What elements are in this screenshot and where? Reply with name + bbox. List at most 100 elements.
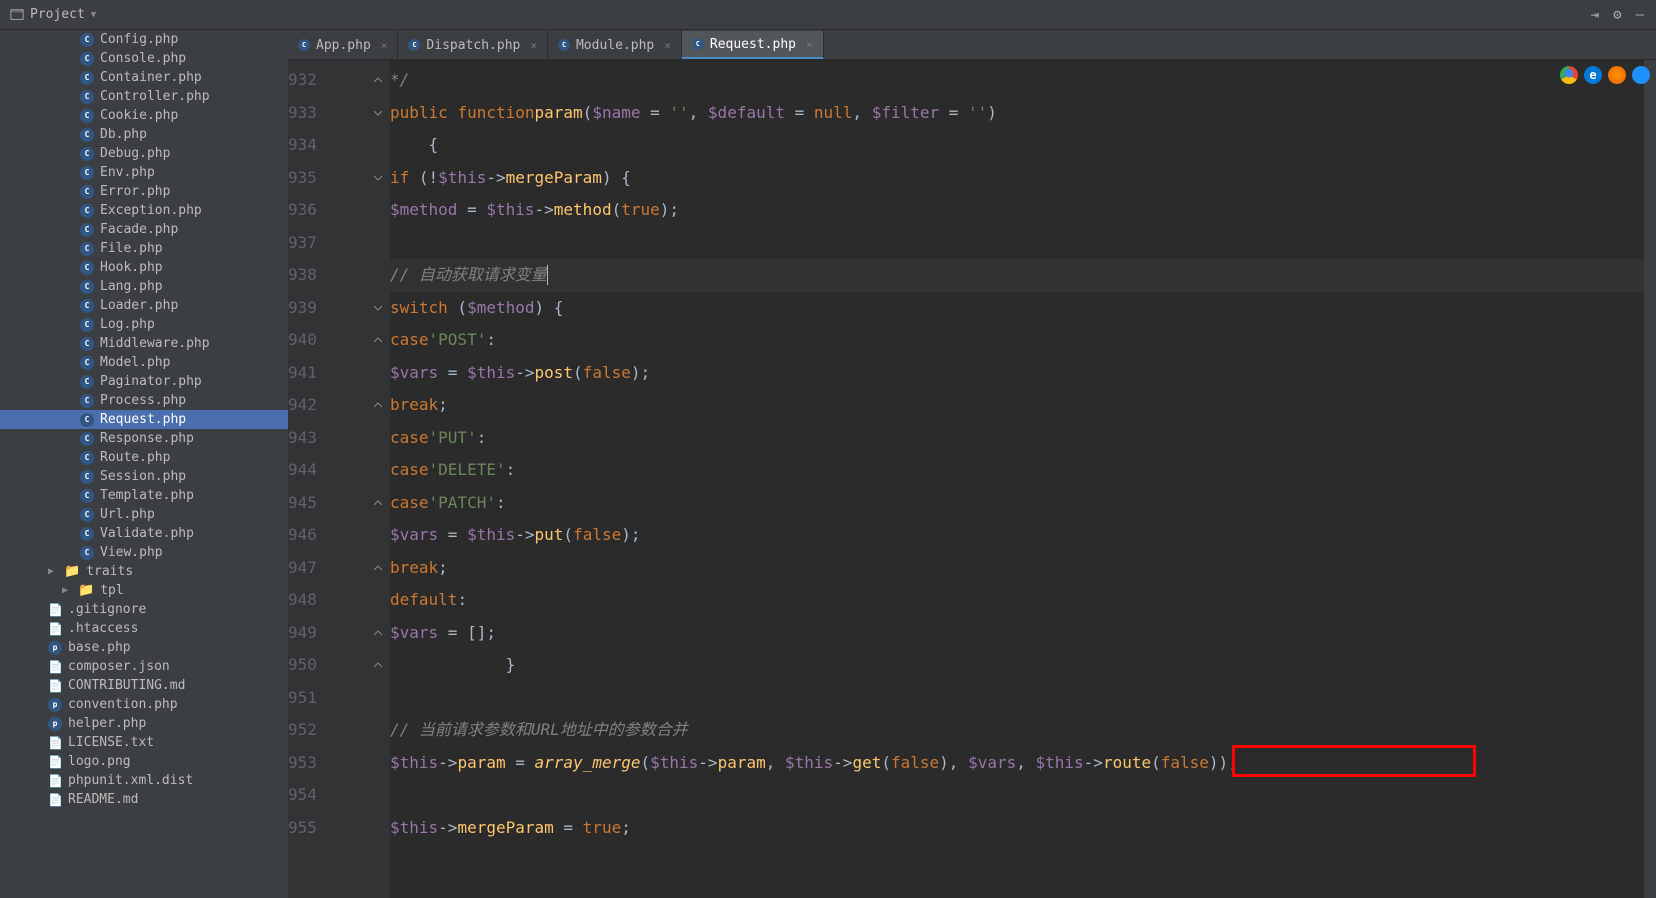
tree-file-Hook-php[interactable]: CHook.php — [0, 258, 288, 277]
tree-file-Url-php[interactable]: CUrl.php — [0, 505, 288, 524]
code-line[interactable]: $vars = $this->post(false); — [390, 357, 1644, 390]
tree-file-base-php[interactable]: pbase.php — [0, 638, 288, 657]
tree-file-Facade-php[interactable]: CFacade.php — [0, 220, 288, 239]
tree-file-Validate-php[interactable]: CValidate.php — [0, 524, 288, 543]
tree-file-Paginator-php[interactable]: CPaginator.php — [0, 372, 288, 391]
tree-file-Debug-php[interactable]: CDebug.php — [0, 144, 288, 163]
code-line[interactable]: $vars = $this->put(false); — [390, 519, 1644, 552]
fold-marker[interactable] — [372, 617, 384, 650]
tree-file-Response-php[interactable]: CResponse.php — [0, 429, 288, 448]
code-line[interactable]: case 'DELETE': — [390, 454, 1644, 487]
tree-file-Db-php[interactable]: CDb.php — [0, 125, 288, 144]
code-line[interactable]: case 'PATCH': — [390, 487, 1644, 520]
tab-Module-php[interactable]: CModule.php× — [548, 31, 682, 59]
code-line[interactable]: $method = $this->method(true); — [390, 194, 1644, 227]
tree-file-Container-php[interactable]: CContainer.php — [0, 68, 288, 87]
fold-marker[interactable] — [372, 389, 384, 422]
tree-file-Session-php[interactable]: CSession.php — [0, 467, 288, 486]
scrollbar[interactable] — [1644, 60, 1656, 898]
tree-file-phpunit-xml-dist[interactable]: 📄phpunit.xml.dist — [0, 771, 288, 790]
tree-file-Process-php[interactable]: CProcess.php — [0, 391, 288, 410]
tree-file-Loader-php[interactable]: CLoader.php — [0, 296, 288, 315]
code-line[interactable]: break; — [390, 389, 1644, 422]
fold-marker[interactable] — [372, 519, 384, 552]
fold-marker[interactable] — [372, 324, 384, 357]
fold-marker[interactable] — [372, 129, 384, 162]
gear-icon[interactable]: ⚙ — [1613, 7, 1621, 23]
tree-file-helper-php[interactable]: phelper.php — [0, 714, 288, 733]
code-line[interactable]: { — [390, 129, 1644, 162]
code-line[interactable]: if (!$this->mergeParam) { — [390, 162, 1644, 195]
tree-file-logo-png[interactable]: 📄logo.png — [0, 752, 288, 771]
code-line[interactable]: // 当前请求参数和URL地址中的参数合并 — [390, 714, 1644, 747]
code-line[interactable]: $this->mergeParam = true; — [390, 812, 1644, 845]
fold-marker[interactable] — [372, 584, 384, 617]
tree-file-Controller-php[interactable]: CController.php — [0, 87, 288, 106]
fold-marker[interactable] — [372, 259, 384, 292]
fold-marker[interactable] — [372, 454, 384, 487]
fold-marker[interactable] — [372, 64, 384, 97]
tab-App-php[interactable]: CApp.php× — [288, 31, 398, 59]
tree-file-Log-php[interactable]: CLog.php — [0, 315, 288, 334]
code-line[interactable]: $vars = []; — [390, 617, 1644, 650]
code-line[interactable]: break; — [390, 552, 1644, 585]
fold-marker[interactable] — [372, 194, 384, 227]
code-line[interactable] — [390, 779, 1644, 812]
tree-file-Route-php[interactable]: CRoute.php — [0, 448, 288, 467]
code-line[interactable]: case 'PUT': — [390, 422, 1644, 455]
tab-Request-php[interactable]: CRequest.php× — [682, 31, 824, 59]
fold-marker[interactable] — [372, 714, 384, 747]
fold-marker[interactable] — [372, 97, 384, 130]
tree-file-File-php[interactable]: CFile.php — [0, 239, 288, 258]
code-line[interactable] — [390, 682, 1644, 715]
tree-file-Lang-php[interactable]: CLang.php — [0, 277, 288, 296]
tree-file--htaccess[interactable]: 📄.htaccess — [0, 619, 288, 638]
fold-marker[interactable] — [372, 162, 384, 195]
fold-marker[interactable] — [372, 292, 384, 325]
tree-file--gitignore[interactable]: 📄.gitignore — [0, 600, 288, 619]
tree-file-composer-json[interactable]: 📄composer.json — [0, 657, 288, 676]
code-line[interactable] — [390, 227, 1644, 260]
project-tree[interactable]: CConfig.phpCConsole.phpCContainer.phpCCo… — [0, 30, 288, 898]
fold-marker[interactable] — [372, 552, 384, 585]
project-dropdown[interactable]: Project ▼ — [0, 7, 106, 22]
code-line[interactable]: public function param($name = '', $defau… — [390, 97, 1644, 130]
tree-file-README-md[interactable]: 📄README.md — [0, 790, 288, 809]
tree-file-Model-php[interactable]: CModel.php — [0, 353, 288, 372]
fold-marker[interactable] — [372, 357, 384, 390]
tab-Dispatch-php[interactable]: CDispatch.php× — [398, 31, 548, 59]
fold-marker[interactable] — [372, 422, 384, 455]
close-icon[interactable]: × — [530, 39, 537, 52]
tree-file-Env-php[interactable]: CEnv.php — [0, 163, 288, 182]
tree-file-Template-php[interactable]: CTemplate.php — [0, 486, 288, 505]
code-editor[interactable]: 9329339349359369379389399409419429439449… — [288, 60, 1656, 898]
tree-folder-tpl[interactable]: ▶📁tpl — [0, 581, 288, 600]
tree-folder-traits[interactable]: ▶📁traits — [0, 562, 288, 581]
code-line[interactable]: // 自动获取请求变量 — [390, 259, 1644, 292]
code-line[interactable]: } — [390, 649, 1644, 682]
code-line[interactable]: case 'POST': — [390, 324, 1644, 357]
close-icon[interactable]: × — [664, 39, 671, 52]
tree-file-CONTRIBUTING-md[interactable]: 📄CONTRIBUTING.md — [0, 676, 288, 695]
tree-file-Middleware-php[interactable]: CMiddleware.php — [0, 334, 288, 353]
minimize-icon[interactable]: — — [1636, 7, 1644, 23]
fold-marker[interactable] — [372, 682, 384, 715]
fold-marker[interactable] — [372, 487, 384, 520]
fold-marker[interactable] — [372, 779, 384, 812]
code-line[interactable]: */ — [390, 64, 1644, 97]
tree-file-Error-php[interactable]: CError.php — [0, 182, 288, 201]
close-icon[interactable]: × — [381, 39, 388, 52]
fold-marker[interactable] — [372, 812, 384, 845]
code-line[interactable]: $this->param = array_merge($this->param,… — [390, 747, 1644, 780]
collapse-icon[interactable]: ⇥ — [1591, 7, 1599, 23]
tree-file-convention-php[interactable]: pconvention.php — [0, 695, 288, 714]
tree-file-LICENSE-txt[interactable]: 📄LICENSE.txt — [0, 733, 288, 752]
tree-file-View-php[interactable]: CView.php — [0, 543, 288, 562]
fold-marker[interactable] — [372, 649, 384, 682]
tree-file-Config-php[interactable]: CConfig.php — [0, 30, 288, 49]
tree-file-Console-php[interactable]: CConsole.php — [0, 49, 288, 68]
code-line[interactable]: switch ($method) { — [390, 292, 1644, 325]
tree-file-Exception-php[interactable]: CException.php — [0, 201, 288, 220]
code-body[interactable]: */ public function param($name = '', $de… — [390, 60, 1644, 898]
fold-marker[interactable] — [372, 747, 384, 780]
